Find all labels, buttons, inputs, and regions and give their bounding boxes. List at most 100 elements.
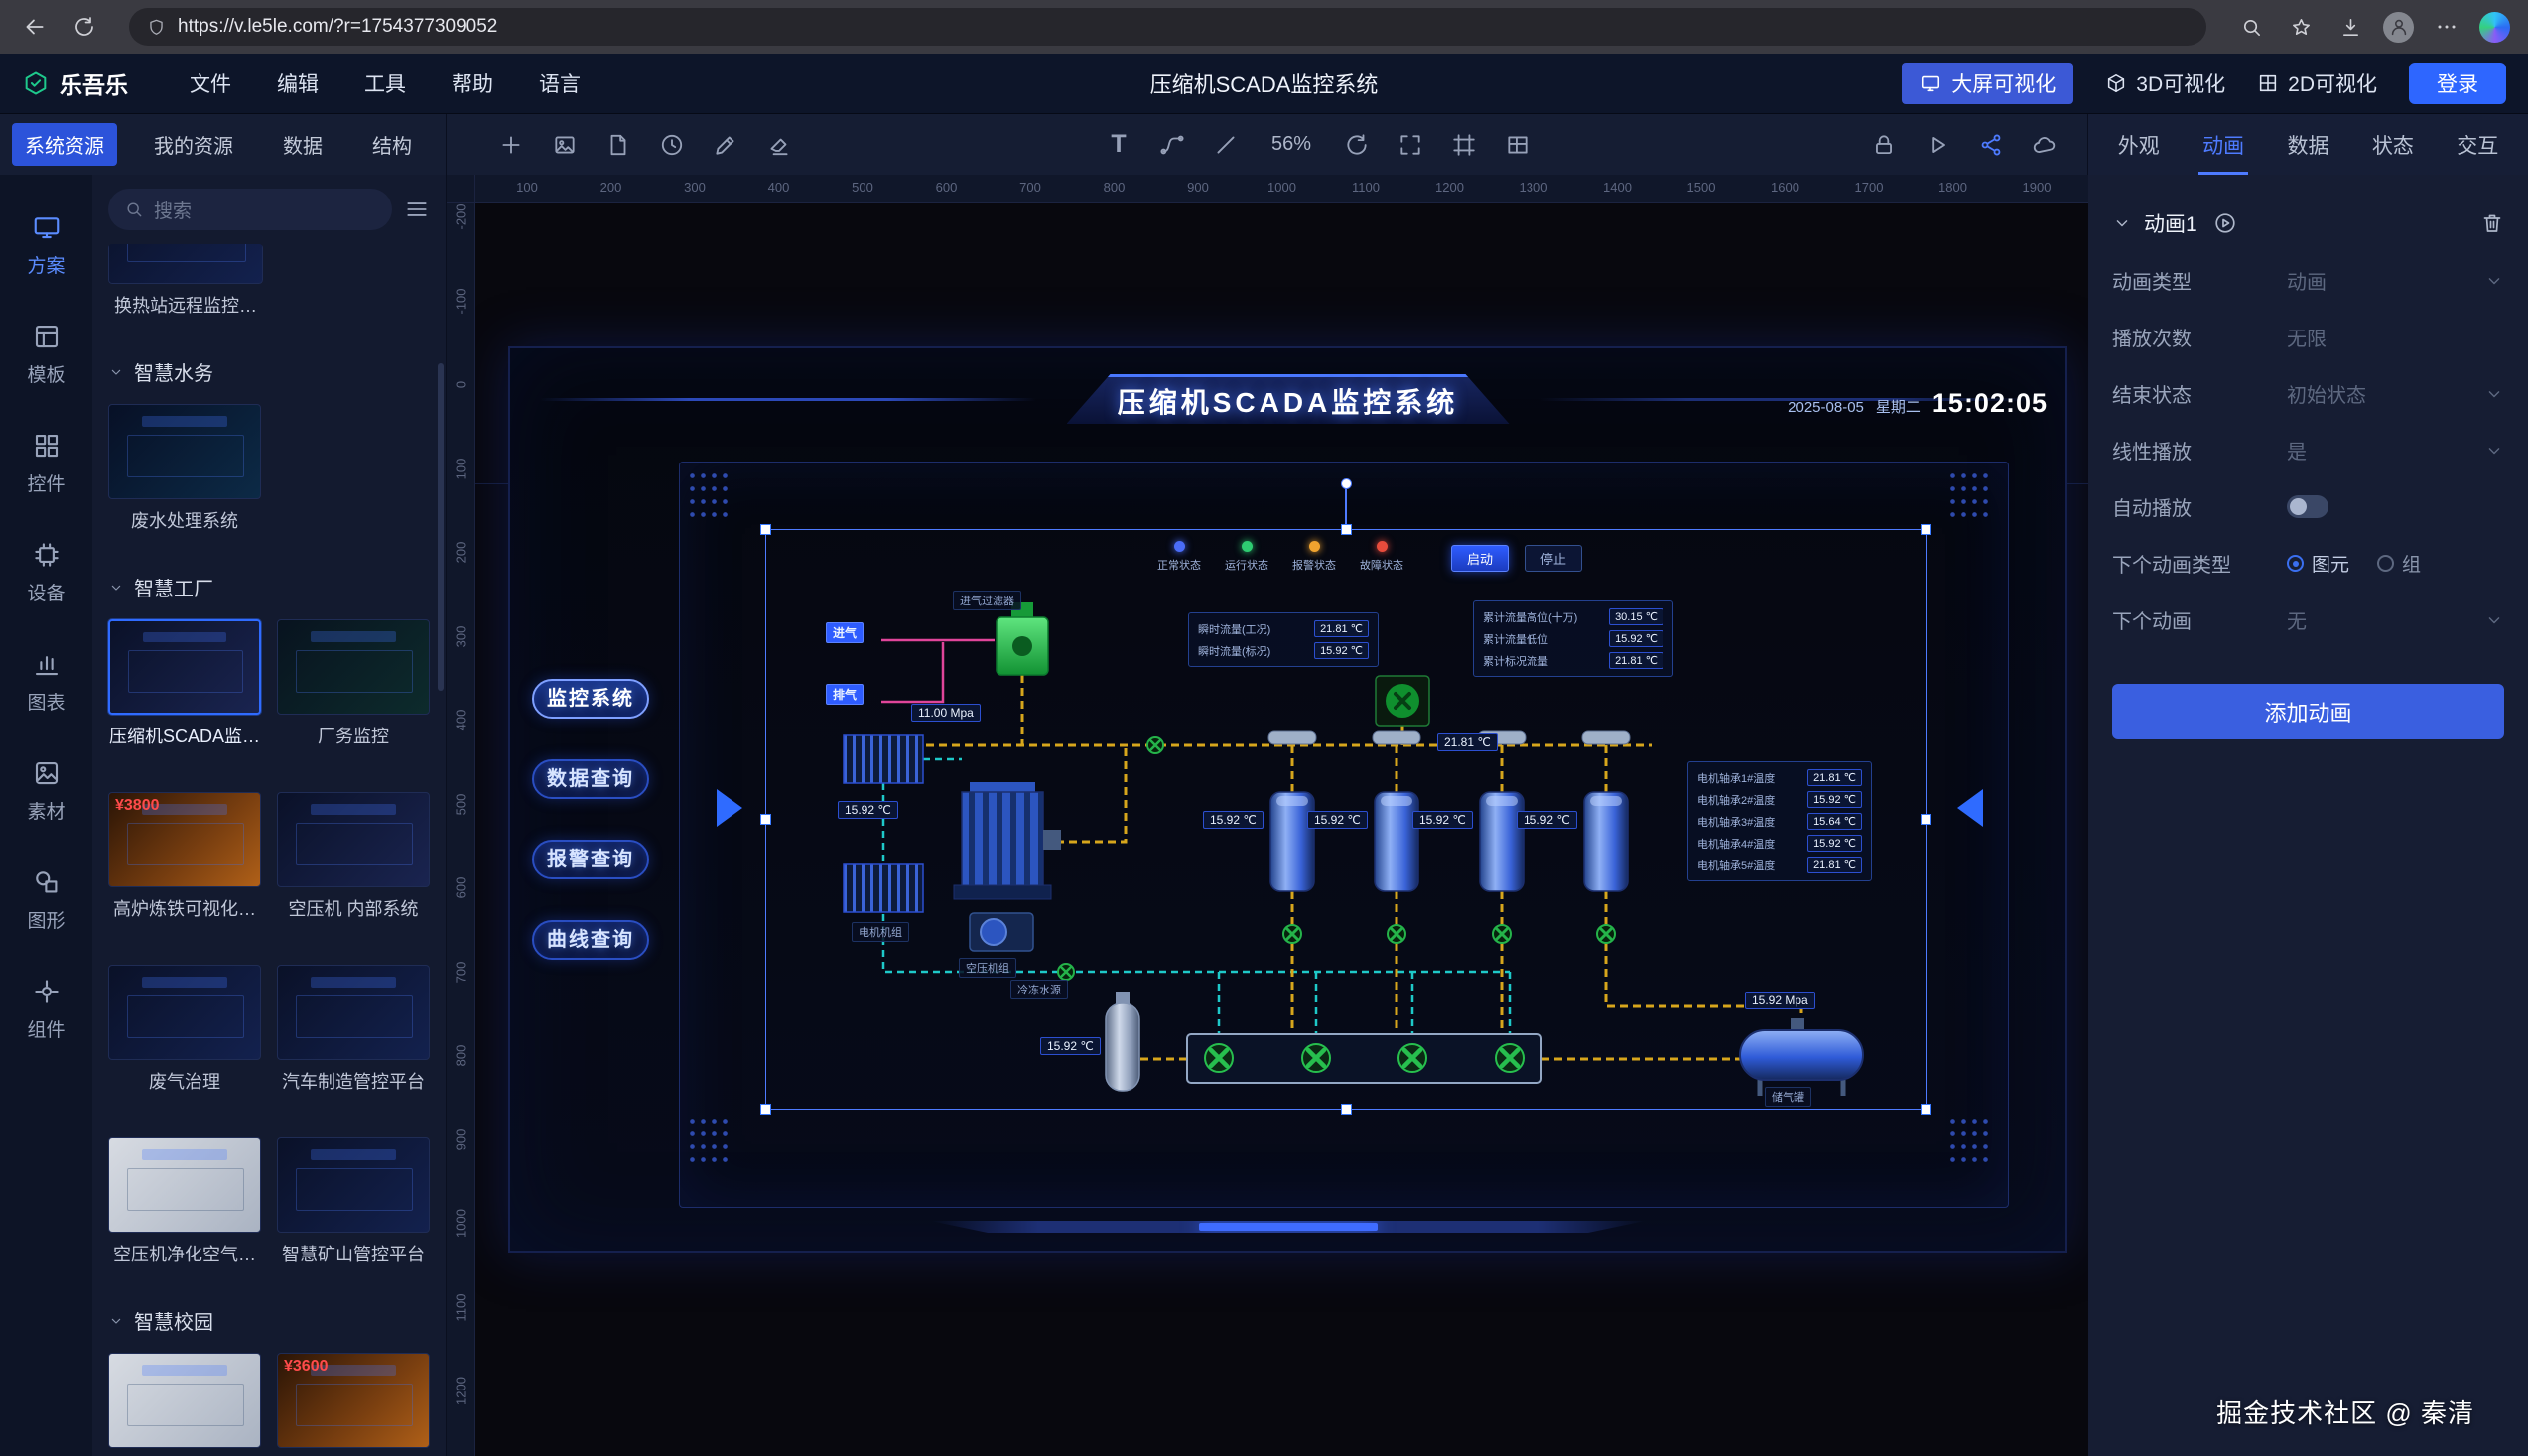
search-input[interactable]: 搜索 (108, 189, 392, 230)
property-value[interactable]: 无 (2287, 605, 2307, 634)
profile-avatar[interactable] (2383, 12, 2414, 43)
menu-item[interactable]: 文件 (190, 68, 231, 98)
resource-item[interactable] (108, 1353, 261, 1448)
canvas-viewport[interactable]: 压缩机SCADA监控系统 2025-08-05 星期二 15:02:05 (475, 203, 2088, 1456)
property-value[interactable]: 初始状态 (2287, 379, 2366, 408)
rail-item[interactable]: 图形 (0, 850, 92, 951)
resource-item[interactable]: 压缩机SCADA监… (108, 619, 261, 748)
refresh-icon[interactable] (67, 10, 101, 44)
chevron-down-icon[interactable] (2484, 610, 2504, 630)
resource-item[interactable]: ¥3800高炉炼铁可视化… (108, 792, 261, 921)
panel-scrollbar[interactable] (438, 363, 444, 691)
scada-menu-button[interactable]: 曲线查询 (532, 920, 649, 960)
resource-item[interactable]: 废气治理 (108, 965, 261, 1094)
connector-button[interactable] (1155, 128, 1189, 162)
resource-item[interactable]: 汽车制造管控平台 (277, 965, 430, 1094)
lock-button[interactable] (1867, 128, 1901, 162)
properties-tab[interactable]: 数据 (2283, 114, 2332, 175)
favorites-icon[interactable] (2284, 10, 2318, 44)
cloud-button[interactable] (2028, 128, 2062, 162)
rail-item[interactable]: 图表 (0, 631, 92, 732)
rotate-handle[interactable] (1341, 478, 1352, 489)
left-tab[interactable]: 我的资源 (141, 123, 246, 166)
properties-tab[interactable]: 动画 (2198, 114, 2248, 175)
rail-item[interactable]: 组件 (0, 959, 92, 1060)
rail-item[interactable]: 模板 (0, 304, 92, 405)
property-value[interactable]: 动画 (2287, 266, 2327, 295)
url-bar[interactable]: https://v.le5le.com/?r=1754377309052 (129, 8, 2206, 46)
line-button[interactable] (1209, 128, 1243, 162)
add-animation-button[interactable]: 添加动画 (2112, 684, 2504, 739)
browser-assistant-icon[interactable] (2479, 12, 2510, 43)
search-icon[interactable] (2234, 10, 2268, 44)
zoom-level[interactable]: 56% (1263, 133, 1320, 156)
add-button[interactable] (494, 128, 528, 162)
file-button[interactable] (601, 128, 635, 162)
resize-handle-se[interactable] (1921, 1104, 1931, 1115)
back-icon[interactable] (18, 10, 52, 44)
property-value[interactable]: 无限 (2287, 323, 2327, 351)
chevron-down-icon[interactable] (2484, 441, 2504, 461)
resize-handle-s[interactable] (1341, 1104, 1352, 1115)
play-button[interactable] (1921, 128, 1954, 162)
section-header[interactable]: 智慧校园 (108, 1306, 430, 1335)
scada-menu-button[interactable]: 数据查询 (532, 759, 649, 799)
scada-menu-button[interactable]: 监控系统 (532, 679, 649, 719)
rail-item[interactable]: 控件 (0, 413, 92, 514)
pen-button[interactable] (709, 128, 742, 162)
chevron-down-icon[interactable] (2484, 271, 2504, 291)
resize-handle-w[interactable] (760, 814, 771, 825)
resource-item[interactable]: ¥3600 (277, 1353, 430, 1448)
properties-tab[interactable]: 交互 (2453, 114, 2502, 175)
downloads-icon[interactable] (2333, 10, 2367, 44)
resize-handle-nw[interactable] (760, 524, 771, 535)
refresh-button[interactable] (1340, 128, 1374, 162)
resize-handle-ne[interactable] (1921, 524, 1931, 535)
left-tab[interactable]: 系统资源 (12, 123, 117, 166)
frame-button[interactable] (1447, 128, 1481, 162)
section-header[interactable]: 智慧水务 (108, 357, 430, 386)
big-screen-button[interactable]: 大屏可视化 (1902, 63, 2073, 104)
resource-item[interactable]: 厂务监控 (277, 619, 430, 748)
properties-tab[interactable]: 状态 (2368, 114, 2418, 175)
resize-handle-e[interactable] (1921, 814, 1931, 825)
collapse-icon[interactable] (2112, 213, 2132, 233)
share-button[interactable] (1974, 128, 2008, 162)
rail-item[interactable]: 方案 (0, 195, 92, 296)
radio-option[interactable]: 图元 (2287, 550, 2349, 577)
toggle-switch[interactable] (2287, 495, 2328, 518)
play-animation-icon[interactable] (2213, 211, 2237, 235)
menu-item[interactable]: 帮助 (452, 68, 493, 98)
left-tab[interactable]: 数据 (270, 123, 335, 166)
login-button[interactable]: 登录 (2409, 63, 2506, 104)
clock-button[interactable] (655, 128, 689, 162)
section-header[interactable]: 智慧工厂 (108, 573, 430, 601)
browser-menu-icon[interactable] (2430, 10, 2463, 44)
menu-item[interactable]: 语言 (539, 68, 581, 98)
resource-item[interactable]: 废水处理系统 (108, 404, 261, 533)
selection-box[interactable] (765, 529, 1927, 1110)
fit-button[interactable] (1394, 128, 1427, 162)
text-button[interactable]: T (1102, 128, 1135, 162)
left-tab[interactable]: 结构 (359, 123, 425, 166)
scada-menu-button[interactable]: 报警查询 (532, 840, 649, 879)
menu-item[interactable]: 工具 (364, 68, 406, 98)
image-button[interactable] (548, 128, 582, 162)
resource-item[interactable]: 空压机净化空气… (108, 1137, 261, 1266)
viz-2d-button[interactable]: 2D可视化 (2257, 68, 2377, 98)
brand[interactable]: 乐吾乐 (22, 66, 128, 100)
chevron-down-icon[interactable] (2484, 384, 2504, 404)
viz-3d-button[interactable]: 3D可视化 (2105, 68, 2225, 98)
resource-item[interactable]: 空压机 内部系统 (277, 792, 430, 921)
menu-item[interactable]: 编辑 (277, 68, 319, 98)
rail-item[interactable]: 设备 (0, 522, 92, 623)
table-button[interactable] (1501, 128, 1534, 162)
rail-item[interactable]: 素材 (0, 740, 92, 842)
resource-item[interactable]: 换热站远程监控… (108, 244, 263, 318)
list-view-icon[interactable] (404, 197, 430, 222)
resize-handle-sw[interactable] (760, 1104, 771, 1115)
eraser-button[interactable] (762, 128, 796, 162)
delete-animation-icon[interactable] (2480, 211, 2504, 235)
resource-item[interactable]: 智慧矿山管控平台 (277, 1137, 430, 1266)
properties-tab[interactable]: 外观 (2114, 114, 2164, 175)
